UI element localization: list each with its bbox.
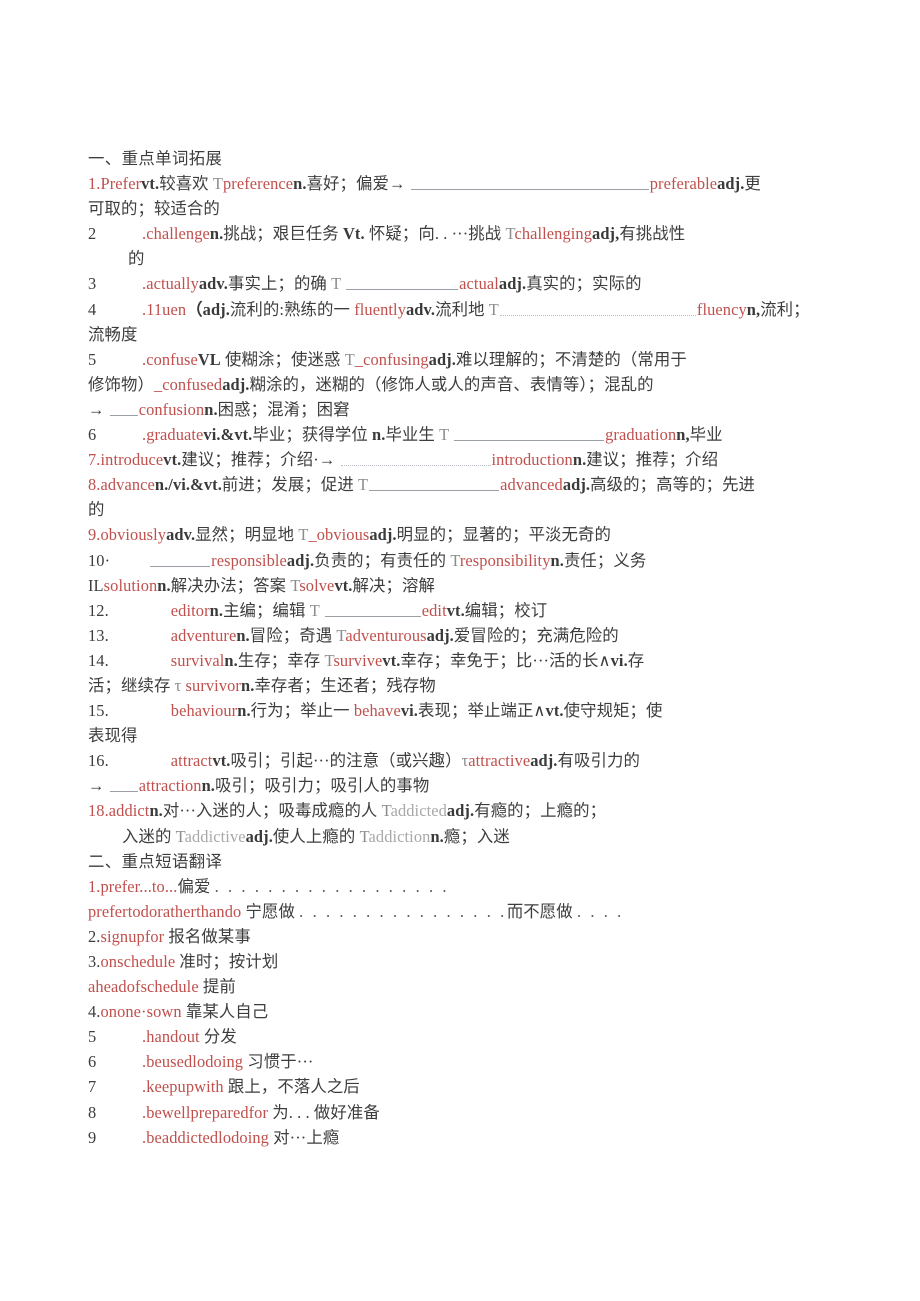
vocab-entry-7: 7.introducevt.建议；推荐；介绍·→ introductionn.建… — [88, 450, 719, 470]
vocab-entry-10: 10· responsibleadj.负责的；有责任的 Tresponsibili… — [88, 550, 647, 570]
phrase-entry-5-en: .handout — [142, 1027, 200, 1047]
phrase-entry-6-en: .beusedlodoing — [142, 1052, 244, 1072]
phrase-entry-3: 3.onschedule 准时；按计划 — [88, 952, 279, 971]
vocab-entry-6-lemma: .graduate — [142, 425, 204, 445]
vocab-entry-11-lemma: solution — [103, 575, 158, 595]
vocab-entry-4-lemma: .11uen — [142, 299, 187, 319]
answer-blank-confusion[interactable] — [109, 399, 138, 416]
vocab-entry-6: 6 .graduatevi.&vt.毕业；获得学位 n.毕业生 T graduat… — [88, 424, 723, 445]
vocab-entry-14-cont: 活；继续存 τ survivorn.幸存者；生还者；残存物 — [88, 675, 436, 695]
phrase-entry-5: 5 .handout 分发 — [88, 1027, 237, 1047]
vocab-entry-5: 5 .confuseVL 使糊涂；使迷惑 T_confusingadj.难以理解的… — [88, 349, 687, 369]
phrase-entry-1-en: 1.prefer...to... — [88, 876, 178, 896]
vocab-entry-1: 1.Prefervt.较喜欢 Tpreferencen.喜好；偏爱→ prefe… — [88, 174, 761, 194]
answer-blank-actual[interactable] — [346, 274, 459, 291]
phrase-entry-1b-en: prefertodoratherthando — [88, 901, 242, 921]
answer-blank-graduation[interactable] — [454, 424, 605, 442]
vocab-entry-5-cont2: → confusionn.困惑；混淆；困窘 — [88, 399, 350, 419]
vocab-entry-3: 3 .actuallyadv.事实上；的确 T actualadj.真实的；实际的 — [88, 274, 642, 294]
vocab-entry-14: 14. survivaln.生存；幸存 Tsurvivevt.幸存；幸免于；比··… — [88, 650, 645, 670]
vocab-entry-15: 15. behaviourn.行为；举止一 behavevi.表现；举止端正∧vt… — [88, 701, 663, 721]
document-page: 一、重点单词拓展 1.Prefervt.较喜欢 Tpreferencen.喜好；… — [0, 0, 920, 1301]
vocab-entry-18: 18.addictn.对···入迷的人；吸毒成瘾的人 Taddictedadj.… — [88, 801, 607, 821]
vocab-entry-9-lemma: 9.obviously — [88, 525, 167, 545]
vocab-entry-12-lemma: editor — [170, 600, 210, 620]
vocab-entry-5-lemma: .confuse — [142, 349, 198, 369]
answer-blank-edit[interactable] — [324, 600, 421, 617]
vocab-entry-16: 16. attractvt.吸引；引起···的注意（或兴趣）τattractive… — [88, 751, 640, 771]
vocab-entry-18-cont: 入迷的 Taddictiveadj.使人上瘾的 Taddictionn.瘾；入迷 — [122, 826, 510, 846]
vocab-entry-4-cont: 流畅度 — [88, 324, 138, 344]
vocab-entry-4: 4.11uen（adj.流利的:熟练的一 fluentlyadv.流利地 Tfl… — [88, 299, 810, 319]
phrase-entry-3b-en: aheadofschedule — [88, 977, 199, 997]
vocab-entry-2-lemma: .challenge — [142, 224, 210, 244]
answer-blank-advanced[interactable] — [369, 475, 500, 492]
answer-blank-preferable[interactable] — [410, 174, 649, 191]
vocab-entry-16-lemma: attract — [170, 751, 213, 771]
vocab-entry-15-lemma: behaviour — [170, 701, 238, 721]
phrase-entry-4-en: onone·sown — [100, 1002, 182, 1022]
answer-blank-responsible[interactable] — [150, 550, 211, 567]
vocab-entry-2: 2 .challengen.挑战；艰巨任务 Vt. 怀疑；向. . ···挑战 T… — [88, 224, 686, 244]
document-body: 一、重点单词拓展 1.Prefervt.较喜欢 Tpreferencen.喜好；… — [88, 146, 836, 1150]
phrase-entry-9: 9 .beaddictedlodoing 对···上瘾 — [88, 1127, 340, 1147]
answer-blank-introduction[interactable] — [340, 450, 491, 467]
answer-blank-fluency[interactable] — [499, 299, 696, 316]
vocab-entry-14-lemma: survival — [170, 650, 225, 670]
phrase-entry-2: 2.signupfor 报名做某事 — [88, 926, 251, 946]
phrase-entry-7: 7 .keepupwith 跟上，不落人之后 — [88, 1077, 360, 1097]
phrase-entry-6: 6 .beusedlodoing 习惯于··· — [88, 1052, 314, 1072]
vocab-entry-8: 8.advancen./vi.&vt.前进；发展；促进 Tadvancedadj… — [88, 475, 756, 495]
vocab-entry-13: 13. adventuren.冒险；奇遇 Tadventurousadj.爱冒险的… — [88, 625, 619, 645]
vocab-entry-2-cont: 的 — [128, 249, 145, 269]
vocab-entry-7-lemma: 7.introduce — [88, 450, 164, 470]
vocab-entry-13-lemma: adventure — [170, 625, 237, 645]
phrase-entry-3b: aheadofschedule 提前 — [88, 977, 236, 997]
vocab-entry-15-cont: 表现得 — [88, 726, 138, 746]
vocab-entry-18-lemma: 18.addict — [88, 801, 150, 821]
phrase-entry-1: 1.prefer...to...偏爱 . . . . . . . . . . .… — [88, 876, 450, 896]
phrase-entry-2-en: signupfor — [100, 926, 165, 946]
vocab-entry-11: ILsolutionn.解决办法；答案 Tsolvevt.解决；溶解 — [88, 575, 435, 595]
phrase-entry-4: 4.onone·sown 靠某人自己 — [88, 1002, 269, 1022]
vocab-entry-3-lemma: .actually — [142, 274, 199, 294]
phrase-entry-7-en: .keepupwith — [142, 1077, 224, 1097]
phrase-entry-1-dots: . . . . . . . . . . . . . . . . . . — [214, 876, 450, 896]
section-heading-phrases: 二、重点短语翻译 — [88, 851, 223, 871]
vocab-entry-5-cont1: 修饰物）_confusedadj.糊涂的，迷糊的（修饰人或人的声音、表情等）；混… — [88, 374, 654, 394]
vocab-entry-9: 9.obviouslyadv.显然；明显地 T_obviousadj.明显的；显… — [88, 525, 612, 545]
phrase-entry-8: 8 .bewellpreparedfor 为. . . 做好准备 — [88, 1102, 380, 1122]
vocab-entry-8-lemma: 8.advance — [88, 475, 155, 495]
vocab-entry-1-cont: 可取的；较适合的 — [88, 199, 220, 219]
phrase-entry-1b: prefertodoratherthando 宁愿做 . . . . . . .… — [88, 901, 624, 921]
phrase-entry-9-en: .beaddictedlodoing — [142, 1127, 269, 1147]
phrase-entry-3-en: onschedule — [100, 952, 176, 971]
vocab-entry-12: 12. editorn.主编；编辑 T editvt.编辑；校订 — [88, 600, 548, 620]
answer-blank-attraction[interactable] — [109, 776, 138, 793]
vocab-entry-1-lemma: 1.Prefer — [88, 174, 142, 194]
section-heading-vocabulary: 一、重点单词拓展 — [88, 149, 223, 168]
phrase-entry-8-en: .bewellpreparedfor — [142, 1102, 269, 1122]
vocab-entry-16-cont: → attractionn.吸引；吸引力；吸引人的事物 — [88, 776, 430, 796]
vocab-entry-8-cont: 的 — [88, 500, 105, 520]
